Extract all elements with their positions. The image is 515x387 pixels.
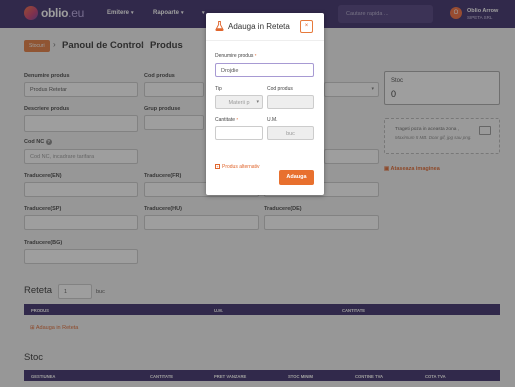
modal-denumire-label: Denumire produs * [215,53,257,59]
add-button[interactable]: Adauga [279,170,314,185]
plus-box-icon: + [215,164,220,170]
modal-title: Adauga in Reteta [228,22,290,31]
produs-alternativ-checkbox[interactable]: + Produs alternativ [215,164,260,170]
modal-denumire-field[interactable]: Drojdie [215,63,314,77]
modal-um-label: U.M. [267,117,278,123]
close-button[interactable]: × [300,20,313,33]
modal-tip-label: Tip [215,86,222,92]
modal-divider [206,40,324,41]
chevron-down-icon: ▾ [256,99,259,105]
add-to-reteta-modal: Adauga in Reteta × Denumire produs * Dro… [206,13,324,195]
modal-um-field[interactable]: buc [267,126,314,140]
modal-tip-select[interactable]: Materii p ▾ [215,95,263,109]
modal-cantitate-label: Cantitate * [215,117,239,123]
modal-cod-field[interactable] [267,95,314,109]
modal-cantitate-field[interactable] [215,126,263,140]
modal-cod-label: Cod produs [267,86,293,92]
flask-icon [215,21,224,31]
